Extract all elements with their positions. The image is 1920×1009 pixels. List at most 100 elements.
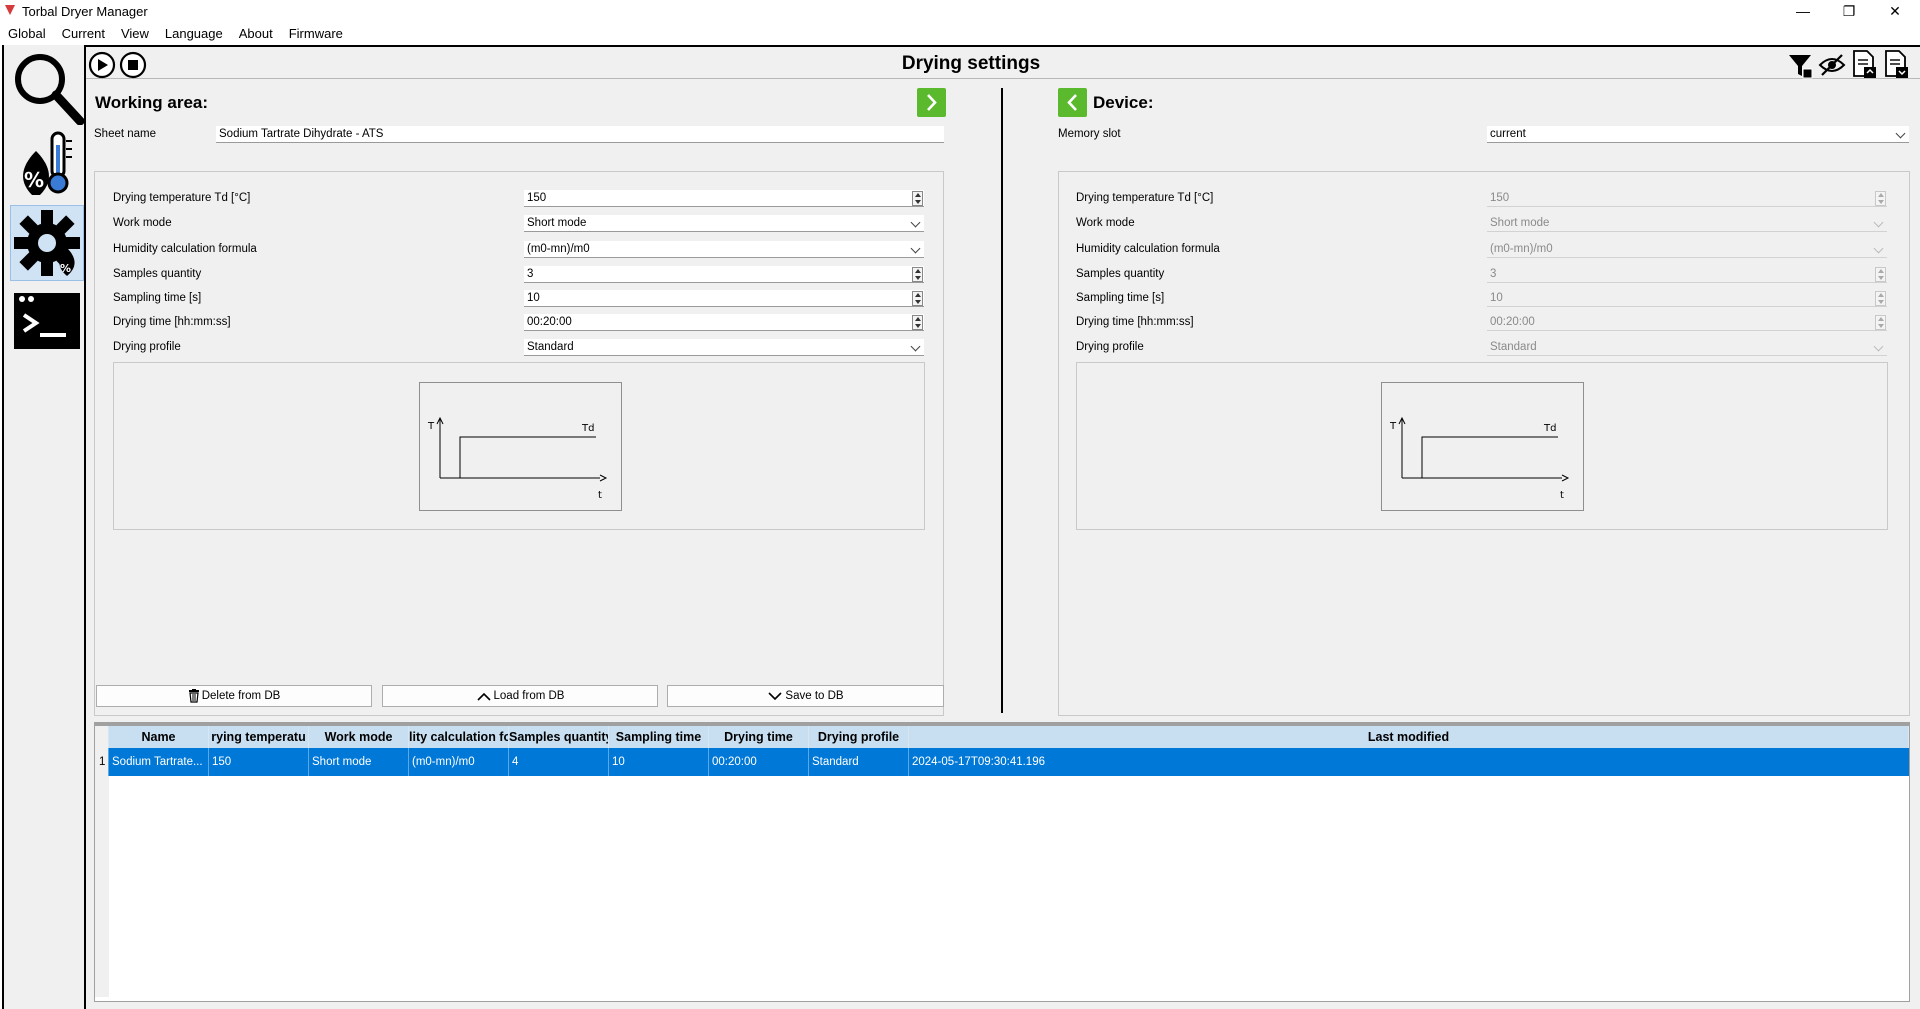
wa-sampling-time-value: 10 (527, 292, 540, 304)
close-button[interactable]: ✕ (1872, 0, 1918, 22)
diagram-y-label: T (1389, 421, 1397, 432)
sidebar-item-search[interactable] (10, 49, 85, 126)
row-number-header (95, 726, 109, 748)
magnifier-icon (15, 54, 85, 126)
menu-language[interactable]: Language (157, 22, 231, 44)
dev-work-mode-dropdown: Short mode (1487, 215, 1887, 232)
export-doc-icon[interactable] (1850, 49, 1878, 79)
wa-drying-profile-dropdown[interactable]: Standard (524, 339, 924, 356)
wa-samples-quantity-value: 3 (527, 268, 534, 280)
minimize-button[interactable]: — (1780, 0, 1826, 22)
dev-drying-temperature-label: Drying temperature Td [°C] (1076, 192, 1214, 204)
main-area: Drying settings Working area: Sheet name… (86, 45, 1920, 1009)
col-drying-temperature[interactable]: rying temperatu (209, 726, 309, 748)
menu-global[interactable]: Global (0, 22, 54, 44)
wa-drying-time-value: 00:20:00 (527, 316, 572, 328)
save-to-db-button[interactable]: Save to DB (667, 685, 944, 707)
filter-icon[interactable] (1786, 51, 1814, 79)
cell-samples-quantity[interactable]: 4 (509, 748, 609, 776)
import-doc-icon[interactable] (1882, 49, 1910, 79)
cell-work-mode[interactable]: Short mode (309, 748, 409, 776)
spin-arrows-icon (1875, 191, 1886, 206)
title-bar: Torbal Dryer Manager — ❐ ✕ (0, 0, 1920, 22)
cell-drying-temperature[interactable]: 150 (209, 748, 309, 776)
chevron-up-icon (476, 692, 491, 701)
cell-humidity-formula[interactable]: (m0-mn)/m0 (409, 748, 509, 776)
spin-arrows-icon[interactable] (912, 315, 923, 330)
wa-work-mode-dropdown[interactable]: Short mode (524, 215, 924, 232)
diagram-x-label: t (598, 490, 602, 501)
col-drying-profile[interactable]: Drying profile (809, 726, 909, 748)
wa-humidity-formula-dropdown[interactable]: (m0-mn)/m0 (524, 241, 924, 258)
wa-samples-quantity-spin[interactable]: 3 (524, 266, 924, 283)
maximize-button[interactable]: ❐ (1826, 0, 1872, 22)
trash-icon (188, 689, 199, 703)
row-number-gutter (95, 748, 109, 997)
dev-drying-profile-dropdown: Standard (1487, 339, 1887, 356)
cell-drying-time[interactable]: 00:20:00 (709, 748, 809, 776)
spin-arrows-icon[interactable] (912, 291, 923, 306)
sidebar: % % (2, 45, 86, 1009)
menu-current[interactable]: Current (54, 22, 113, 44)
col-drying-time[interactable]: Drying time (709, 726, 809, 748)
menu-view[interactable]: View (113, 22, 157, 44)
col-name[interactable]: Name (109, 726, 209, 748)
dev-drying-temperature-value: 150 (1490, 192, 1510, 204)
menu-firmware[interactable]: Firmware (281, 22, 351, 44)
col-samples-quantity[interactable]: Samples quantity (509, 726, 609, 748)
memory-slot-dropdown[interactable]: current (1487, 126, 1909, 143)
wa-drying-temperature-spin[interactable]: 150 (524, 190, 924, 207)
sidebar-item-console[interactable] (10, 283, 84, 359)
eye-hidden-icon[interactable] (1818, 51, 1846, 79)
cell-drying-profile[interactable]: Standard (809, 748, 909, 776)
delete-from-db-button[interactable]: Delete from DB (96, 685, 372, 707)
menu-about[interactable]: About (231, 22, 281, 44)
cell-sampling-time[interactable]: 10 (609, 748, 709, 776)
chevron-down-icon (1873, 243, 1884, 254)
chevron-right-icon (927, 94, 937, 111)
dev-drying-time-spin: 00:20:00 (1487, 314, 1887, 331)
spin-arrows-icon[interactable] (912, 191, 923, 206)
chevron-left-icon (1067, 94, 1077, 111)
chevron-down-icon (768, 692, 782, 701)
dev-work-mode-label: Work mode (1076, 217, 1135, 229)
wa-drying-profile-label: Drying profile (113, 341, 181, 353)
col-work-mode[interactable]: Work mode (309, 726, 409, 748)
thermometer-humidity-icon: % (23, 131, 72, 195)
wa-samples-quantity-label: Samples quantity (113, 268, 202, 280)
cell-last-modified[interactable]: 2024-05-17T09:30:41.196 (909, 748, 1909, 776)
col-sampling-time[interactable]: Sampling time (609, 726, 709, 748)
sidebar-item-humidity[interactable]: % (10, 127, 84, 203)
dev-drying-profile-label: Drying profile (1076, 341, 1144, 353)
load-label: Load from DB (493, 690, 565, 702)
wa-drying-time-spin[interactable]: 00:20:00 (524, 314, 924, 331)
chevron-down-icon (1873, 217, 1884, 228)
cell-name[interactable]: Sodium Tartrate... (109, 748, 209, 776)
dev-drying-time-value: 00:20:00 (1490, 316, 1535, 328)
page-title: Drying settings (901, 53, 1041, 74)
diagram-y-label: T (427, 421, 435, 432)
sheet-name-input[interactable]: Sodium Tartrate Dihydrate - ATS (216, 126, 944, 143)
wa-drying-temperature-value: 150 (527, 192, 547, 204)
dev-drying-temperature-spin: 150 (1487, 190, 1887, 207)
window-title: Torbal Dryer Manager (22, 4, 148, 19)
load-from-db-button[interactable]: Load from DB (382, 685, 658, 707)
table-header: Name rying temperatu Work mode lity calc… (95, 723, 1909, 748)
table-row[interactable]: 1 Sodium Tartrate... 150 Short mode (m0-… (95, 748, 1909, 776)
dev-work-mode-value: Short mode (1490, 217, 1550, 229)
wa-sampling-time-spin[interactable]: 10 (524, 290, 924, 307)
working-area-title: Working area: (95, 93, 209, 112)
dev-sampling-time-label: Sampling time [s] (1076, 292, 1165, 304)
diagram-td-label: Td (581, 423, 594, 434)
delete-label: Delete from DB (201, 690, 281, 702)
diagram-td-label: Td (1543, 423, 1556, 434)
wa-profile-diagram: T t Td (419, 382, 622, 511)
sidebar-item-drying-settings[interactable]: % (10, 205, 84, 281)
spin-arrows-icon (1875, 267, 1886, 282)
load-from-device-button[interactable] (1058, 88, 1087, 117)
send-to-device-button[interactable] (917, 88, 946, 117)
col-last-modified[interactable]: Last modified (909, 726, 1909, 748)
sheets-table: Name rying temperatu Work mode lity calc… (94, 722, 1910, 1002)
spin-arrows-icon[interactable] (912, 267, 923, 282)
col-humidity-formula[interactable]: lity calculation fo (409, 726, 509, 748)
